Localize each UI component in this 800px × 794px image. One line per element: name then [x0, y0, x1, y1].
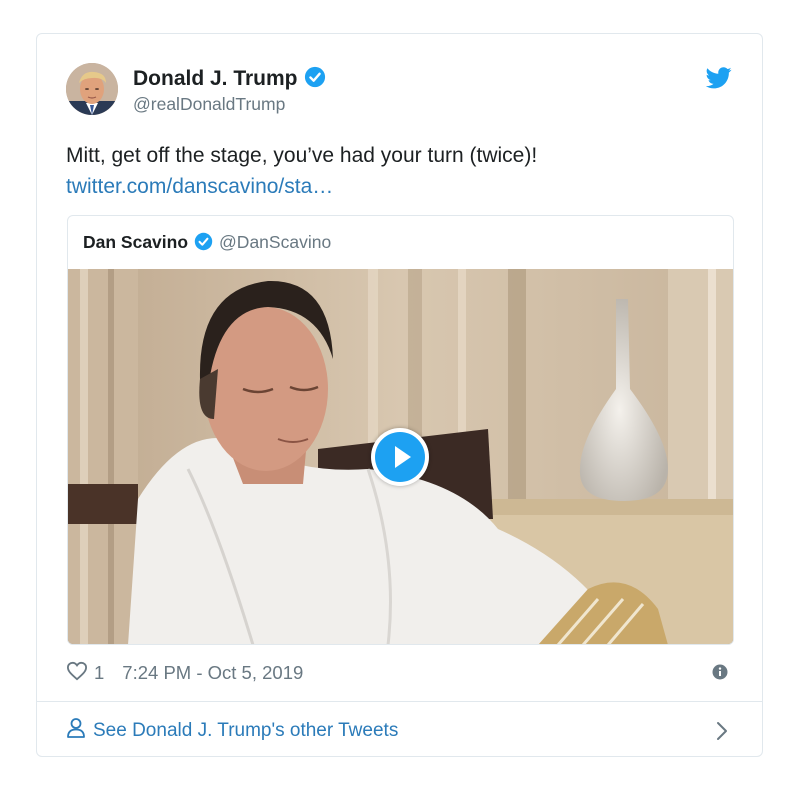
divider — [37, 701, 762, 702]
tweet-meta: 1 7:24 PM - Oct 5, 2019 — [66, 660, 303, 686]
verified-badge-icon — [304, 66, 326, 94]
see-other-tweets-label[interactable]: See Donald J. Trump's other Tweets — [93, 720, 398, 742]
tweet-timestamp[interactable]: 7:24 PM - Oct 5, 2019 — [122, 662, 303, 684]
video-thumbnail[interactable] — [68, 269, 733, 644]
author-handle[interactable]: @realDonaldTrump — [133, 94, 285, 115]
user-icon — [66, 717, 86, 745]
info-icon[interactable] — [712, 664, 728, 685]
twitter-bird-icon[interactable] — [705, 67, 732, 94]
tweet-text: Mitt, get off the stage, you’ve had your… — [66, 144, 538, 167]
author-name[interactable]: Donald J. Trump — [133, 66, 326, 94]
author-avatar[interactable] — [66, 63, 118, 115]
heart-icon[interactable] — [66, 661, 88, 686]
chevron-right-icon[interactable] — [716, 721, 728, 746]
play-button[interactable] — [371, 428, 429, 486]
see-other-tweets-link[interactable]: See Donald J. Trump's other Tweets — [66, 717, 398, 745]
play-icon — [375, 432, 425, 482]
quoted-author-handle[interactable]: @DanScavino — [219, 232, 331, 252]
quoted-author-name[interactable]: Dan Scavino — [83, 232, 188, 252]
quoted-tweet-header: Dan Scavino @DanScavino — [83, 232, 331, 256]
verified-badge-icon — [194, 232, 213, 256]
tweet-embed-card: Donald J. Trump @realDonaldTrump Mitt, g… — [36, 33, 763, 757]
tweet-link[interactable]: twitter.com/danscavino/sta… — [66, 171, 333, 202]
quoted-tweet[interactable]: Dan Scavino @DanScavino — [67, 215, 734, 645]
like-count[interactable]: 1 — [94, 662, 104, 684]
